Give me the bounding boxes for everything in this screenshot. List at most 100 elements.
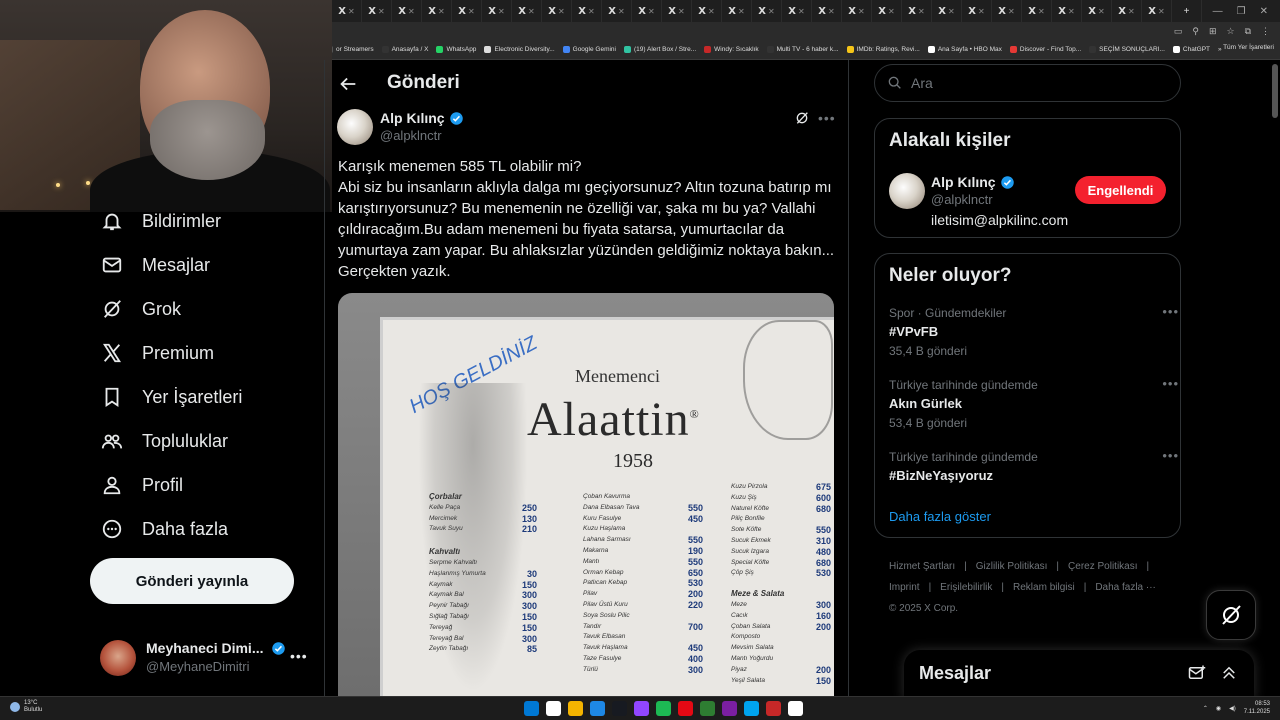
zoom-icon[interactable]: ⚲ [1192,26,1199,37]
close-tab-icon[interactable]: ✕ [468,7,475,16]
new-tab-button[interactable]: + [1172,0,1202,22]
close-tab-icon[interactable]: ✕ [858,7,865,16]
nav-item-communities[interactable]: Topluluklar [100,425,228,457]
bookmark-item[interactable]: ChatGPT [1172,46,1218,53]
blocked-button[interactable]: Engellendi [1075,176,1166,204]
close-tab-icon[interactable]: ✕ [378,7,385,16]
post-button[interactable]: Gönderi yayınla [90,558,294,604]
taskbar-app-icon[interactable] [590,701,605,716]
close-tab-icon[interactable]: ✕ [768,7,775,16]
browser-tab[interactable]: X ✕ [602,0,632,22]
all-bookmarks[interactable]: Tüm Yer İşaretleri [1223,44,1274,51]
close-tab-icon[interactable]: ✕ [588,7,595,16]
grok-icon[interactable] [794,110,810,126]
browser-tab[interactable]: X ✕ [872,0,902,22]
browser-tab[interactable]: X ✕ [452,0,482,22]
close-tab-icon[interactable]: ✕ [348,7,355,16]
back-arrow-icon[interactable] [337,73,359,95]
bookmark-item[interactable]: SEÇİM SONUÇLARI... [1089,46,1173,53]
nav-item-grok[interactable]: Grok [100,293,181,325]
close-tab-icon[interactable]: ✕ [798,7,805,16]
browser-tab[interactable]: X ✕ [692,0,722,22]
tweet-photo[interactable]: HOŞ GELDİNİZ Menemenci Alaattin® 1958 Ço… [338,293,834,696]
clock[interactable]: 08:53 7.11.2025 [1244,700,1270,716]
close-tab-icon[interactable]: ✕ [708,7,715,16]
browser-tab[interactable]: X ✕ [542,0,572,22]
taskbar-app-icon[interactable] [722,701,737,716]
bookmark-item[interactable]: or Streamers [326,46,382,53]
browser-tab[interactable]: X ✕ [842,0,872,22]
tweet-author-handle[interactable]: @alpklnctr [380,128,442,143]
close-tab-icon[interactable]: ✕ [678,7,685,16]
browser-tab[interactable]: X ✕ [782,0,812,22]
taskbar-app-icon[interactable] [744,701,759,716]
browser-tab[interactable]: X ✕ [512,0,542,22]
browser-tab[interactable]: X ✕ [992,0,1022,22]
close-tab-icon[interactable]: ✕ [438,7,445,16]
browser-tab[interactable]: X ✕ [632,0,662,22]
browser-tab[interactable]: X ✕ [812,0,842,22]
taskbar-app-icon[interactable] [788,701,803,716]
footer-link[interactable]: Daha fazla ··· [1095,582,1156,593]
messages-drawer[interactable]: Mesajlar [904,650,1254,700]
taskbar-app-icon[interactable] [766,701,781,716]
menu-icon[interactable]: ⋮ [1261,26,1270,37]
expand-up-icon[interactable] [1220,664,1238,682]
close-tab-icon[interactable]: ✕ [648,7,655,16]
bookmark-item[interactable]: Multi TV - 6 haber k... [766,46,847,53]
nav-item-bookmark[interactable]: Yer İşaretleri [100,381,242,413]
weather-widget[interactable]: 13°C Bulutlu [10,700,42,714]
close-tab-icon[interactable]: ✕ [1158,7,1165,16]
close-tab-icon[interactable]: ✕ [738,7,745,16]
close-tab-icon[interactable]: ✕ [618,7,625,16]
taskbar-app-icon[interactable] [678,701,693,716]
close-tab-icon[interactable]: ✕ [498,7,505,16]
browser-tab[interactable]: X ✕ [422,0,452,22]
tweet-author-avatar[interactable] [337,109,373,145]
browser-tab[interactable]: X ✕ [572,0,602,22]
browser-tab[interactable]: X ✕ [962,0,992,22]
more-icon[interactable]: ••• [1162,376,1179,391]
trend-item[interactable]: Türkiye tarihinde gündemde Akın Gürlek 53,… [889,376,1179,430]
close-tab-icon[interactable]: ✕ [408,7,415,16]
taskbar-app-icon[interactable] [524,701,539,716]
footer-link[interactable]: Imprint [889,582,920,593]
browser-tab[interactable]: X ✕ [362,0,392,22]
footer-link[interactable]: Erişilebilirlik [940,582,992,593]
account-switcher[interactable]: Meyhaneci Dimi... @MeyhaneDimitri ••• [100,636,315,676]
close-tab-icon[interactable]: ✕ [888,7,895,16]
avatar[interactable] [889,173,925,209]
chevron-up-icon[interactable]: ⌃ [1203,705,1208,712]
more-icon[interactable]: ••• [818,110,836,126]
footer-link[interactable]: Gizlilik Politikası [976,561,1048,572]
close-tab-icon[interactable]: ✕ [1098,7,1105,16]
browser-tab[interactable]: X ✕ [902,0,932,22]
nav-item-mail[interactable]: Mesajlar [100,249,210,281]
trend-item[interactable]: Spor · Gündemdekiler #VPvFB 35,4 B gönderi… [889,304,1179,358]
network-icon[interactable]: ◉ [1216,705,1221,712]
close-tab-icon[interactable]: ✕ [1128,7,1135,16]
bookmark-item[interactable]: Electronic Diversity... [484,46,562,53]
browser-tab[interactable]: X ✕ [932,0,962,22]
close-tab-icon[interactable]: ✕ [1038,7,1045,16]
browser-tab[interactable]: X ✕ [332,0,362,22]
taskbar-app-icon[interactable] [656,701,671,716]
taskbar-app-icon[interactable] [546,701,561,716]
nav-item-bell[interactable]: Bildirimler [100,205,221,237]
volume-icon[interactable]: ◀) [1229,705,1236,712]
show-more-link[interactable]: Daha fazla göster [889,509,991,524]
search-box[interactable] [874,64,1181,102]
taskbar-app-icon[interactable] [634,701,649,716]
more-icon[interactable]: ••• [1162,448,1179,463]
bookmark-item[interactable]: Anasayfa / X [381,46,437,53]
scrollbar[interactable] [1272,64,1278,118]
close-tab-icon[interactable]: ✕ [828,7,835,16]
close-tab-icon[interactable]: ✕ [918,7,925,16]
search-input[interactable] [911,75,1151,91]
browser-tab[interactable]: X ✕ [1022,0,1052,22]
new-message-icon[interactable] [1188,664,1206,682]
bookmark-item[interactable]: Discover - Find Top... [1009,46,1089,53]
taskbar-app-icon[interactable] [568,701,583,716]
related-person-handle[interactable]: @alpklnctr [931,192,993,207]
bookmark-item[interactable]: WhatsApp [436,46,484,53]
